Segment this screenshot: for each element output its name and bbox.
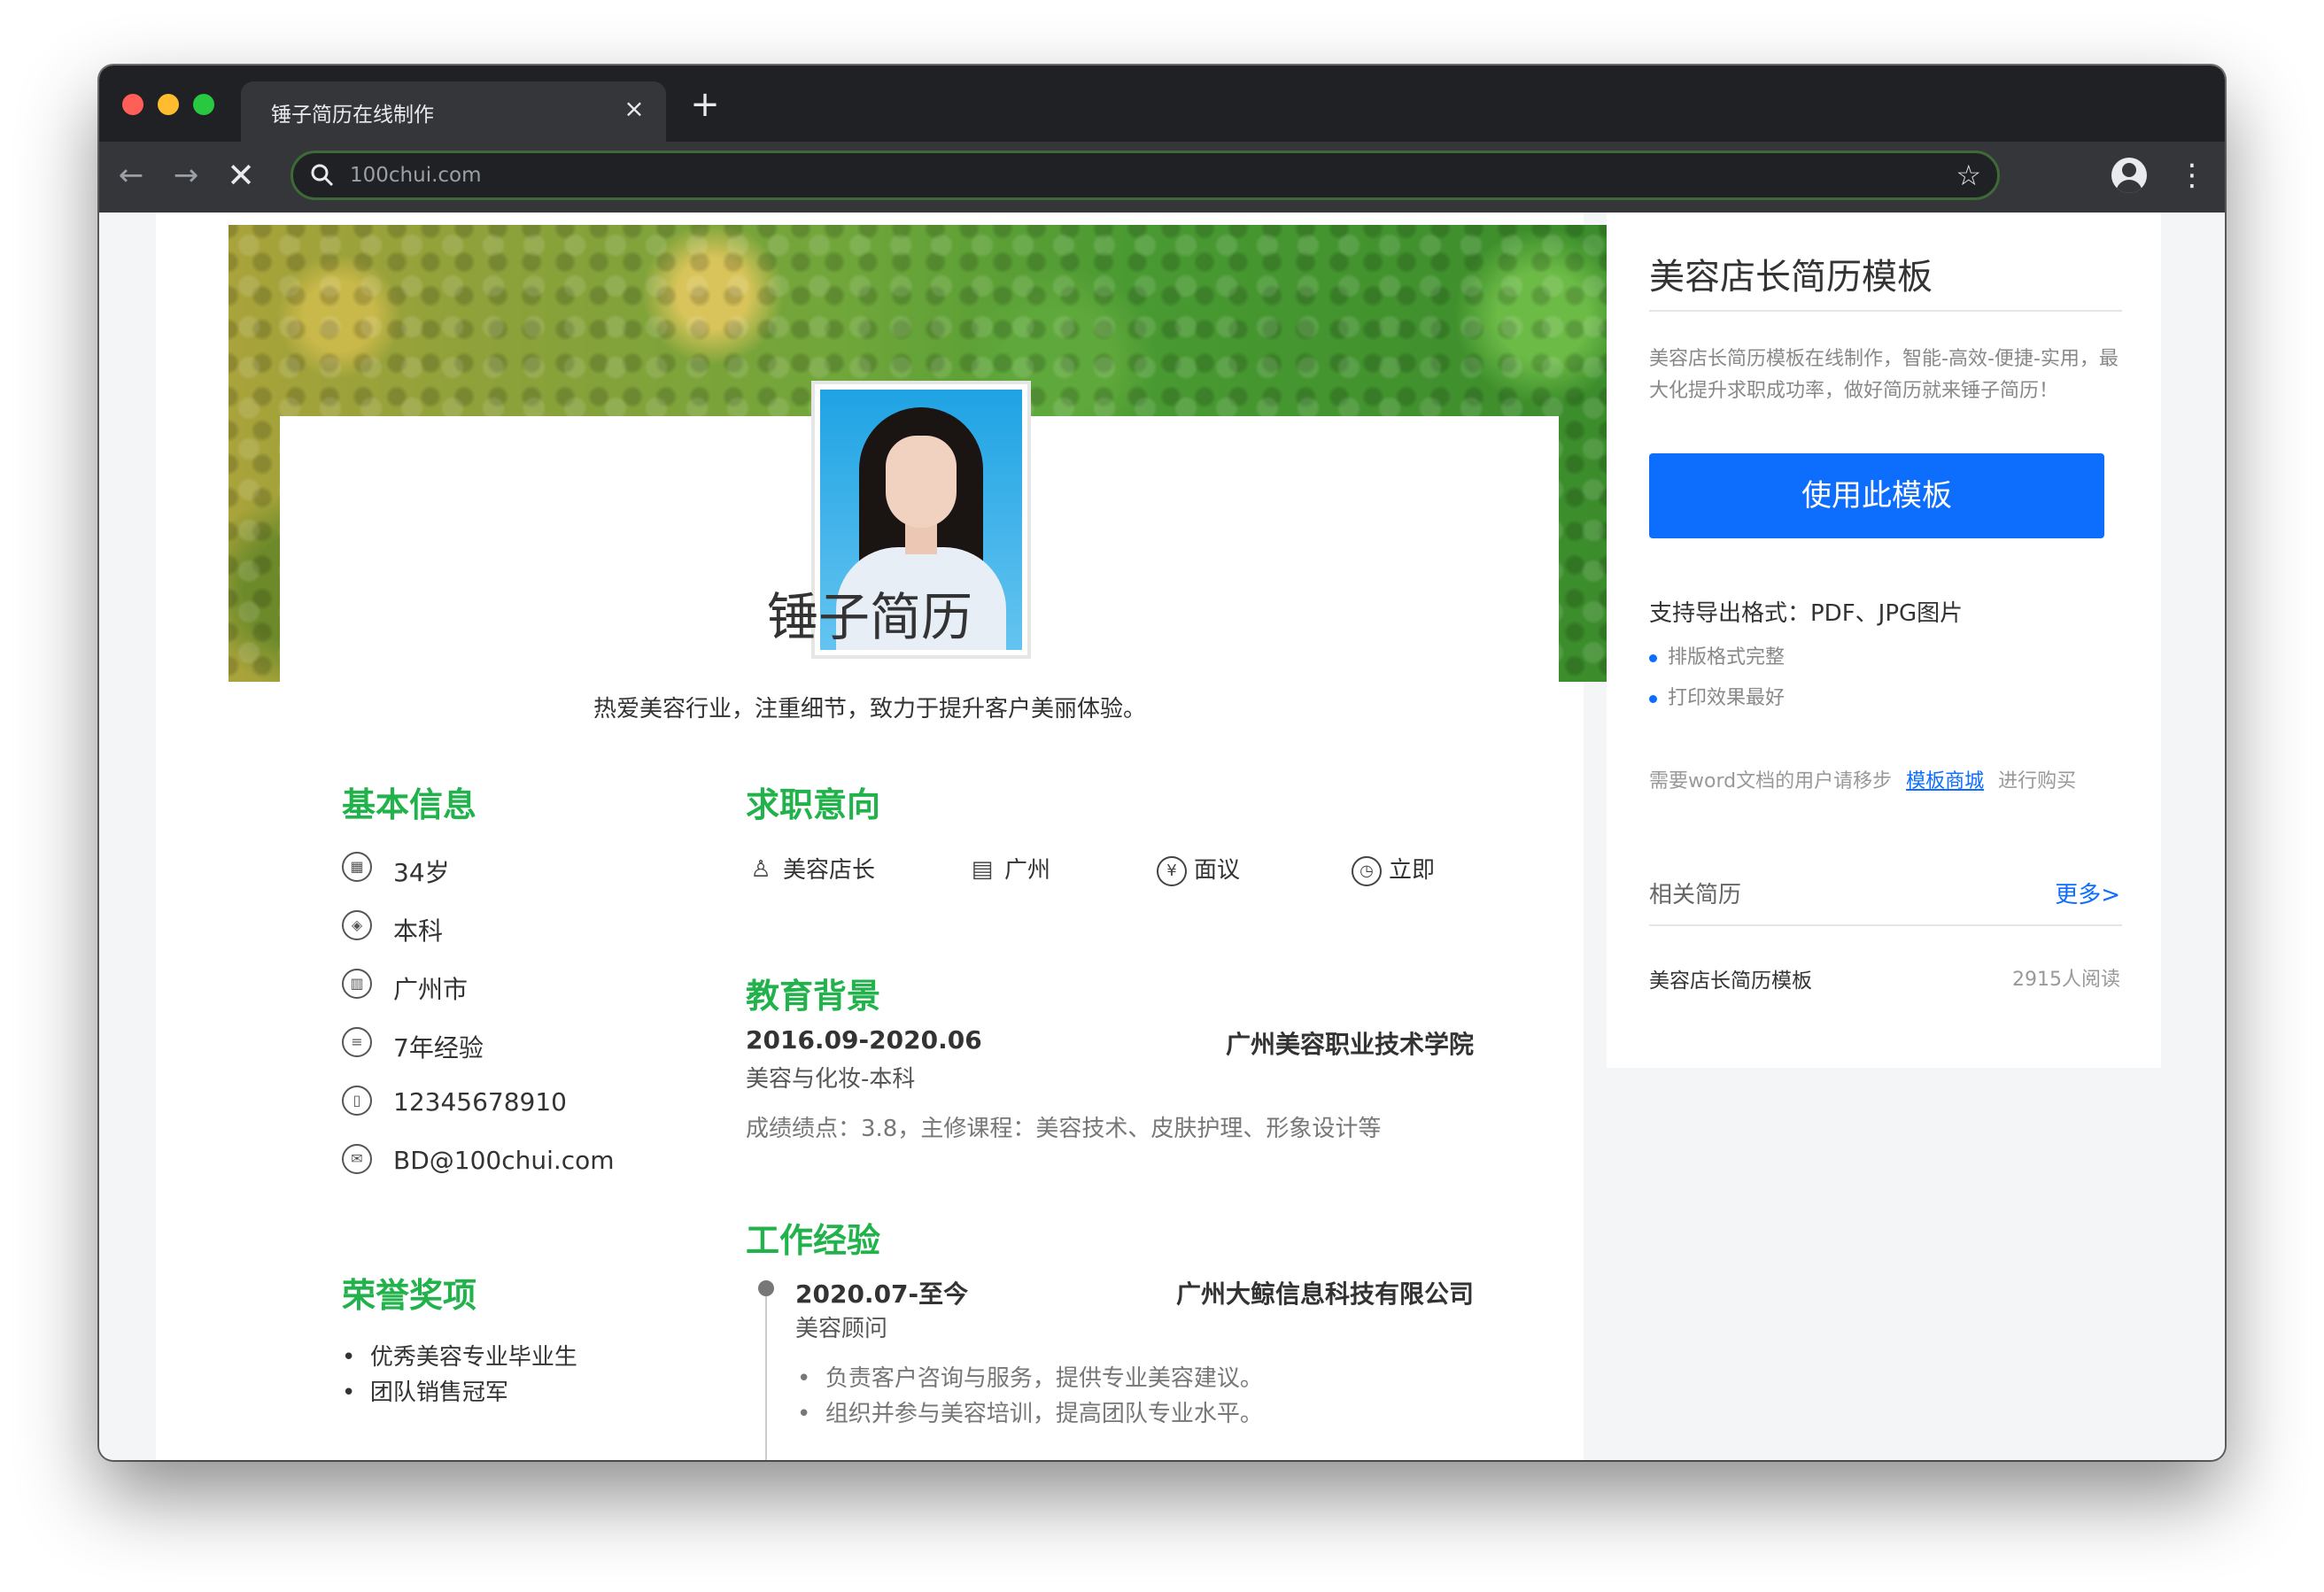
timeline-line xyxy=(765,1286,767,1460)
graduation-cap-icon: ◈ xyxy=(342,910,372,940)
tie-icon: ♙ xyxy=(750,855,771,883)
forward-button[interactable]: → xyxy=(167,156,205,195)
related-resume-link[interactable]: 美容店长简历模板 xyxy=(1649,963,1812,993)
timeline-dot xyxy=(758,1280,774,1296)
basic-info-title: 基本信息 xyxy=(342,785,477,824)
clock-icon: ◷ xyxy=(1352,855,1382,886)
experience-role: 美容顾问 xyxy=(795,1316,888,1342)
education-date: 2016.09-2020.06 xyxy=(746,1025,982,1055)
browser-titlebar: 锤子简历在线制作 × + xyxy=(99,66,2225,142)
feature-item: 打印效果最好 xyxy=(1649,682,1785,710)
new-tab-button[interactable]: + xyxy=(686,83,724,126)
search-icon xyxy=(311,164,334,187)
template-sidebar: 美容店长简历模板 美容店长简历模板在线制作，智能-高效-便捷-实用，最大化提升求… xyxy=(1607,213,2161,1068)
resume-name: 锤子简历 xyxy=(766,587,972,647)
divider xyxy=(1649,310,2122,312)
job-intent-title: 求职意向 xyxy=(746,785,881,824)
feature-item: 排版格式完整 xyxy=(1649,641,1785,669)
tab-title: 锤子简历在线制作 xyxy=(271,104,434,127)
experience-bullet: • 负责客户咨询与服务，提供专业美容建议。 xyxy=(797,1365,1263,1392)
phone-icon: ▯ xyxy=(342,1086,372,1116)
template-description: 美容店长简历模板在线制作，智能-高效-便捷-实用，最大化提升求职成功率，做好简历… xyxy=(1649,348,2119,402)
resume-tagline: 热爱美容行业，注重细节，致力于提升客户美丽体验。 xyxy=(593,696,1146,723)
experience-bullet: • 组织并参与美容培训，提高团队专业水平。 xyxy=(797,1401,1263,1427)
address-url[interactable]: 100chui.com xyxy=(350,164,482,187)
browser-tab[interactable]: 锤子简历在线制作 × xyxy=(241,81,666,142)
document-icon: ≡ xyxy=(342,1027,372,1057)
building-icon: ▥ xyxy=(342,969,372,999)
honor-item: • 优秀美容专业毕业生 xyxy=(342,1344,577,1371)
intent-city: ▤ 广州 xyxy=(967,852,1050,886)
education-school: 广州美容职业技术学院 xyxy=(1225,1030,1474,1059)
intent-availability: ◷ 立即 xyxy=(1352,852,1435,886)
export-formats: 支持导出格式：PDF、JPG图片 xyxy=(1649,600,1964,627)
profile-avatar-icon[interactable] xyxy=(2111,158,2147,193)
education-major: 美容与化妆-本科 xyxy=(746,1066,916,1093)
honors-title: 荣誉奖项 xyxy=(342,1276,477,1315)
use-template-button[interactable]: 使用此模板 xyxy=(1649,453,2104,538)
experience-date: 2020.07-至今 xyxy=(795,1279,969,1309)
tab-close-icon[interactable]: × xyxy=(620,94,648,126)
template-title: 美容店长简历模板 xyxy=(1649,257,1933,298)
divider xyxy=(1649,924,2122,926)
more-link[interactable]: 更多> xyxy=(2055,877,2120,909)
close-window-button[interactable] xyxy=(122,94,143,115)
related-resumes-title: 相关简历 xyxy=(1649,882,1742,908)
browser-menu-icon[interactable]: ⋮ xyxy=(2177,156,2207,195)
education-detail: 成绩绩点：3.8，主修课程：美容技术、皮肤护理、形象设计等 xyxy=(746,1116,1382,1142)
bookmark-star-icon[interactable]: ☆ xyxy=(1956,158,1981,192)
yen-icon: ¥ xyxy=(1157,855,1187,886)
address-bar[interactable]: 100chui.com ☆ xyxy=(290,151,2000,200)
maximize-window-button[interactable] xyxy=(193,94,214,115)
related-resume-views: 2915人阅读 xyxy=(2012,969,2120,991)
minimize-window-button[interactable] xyxy=(158,94,179,115)
experience-company: 广州大鲸信息科技有限公司 xyxy=(1175,1279,1474,1309)
template-store-link[interactable]: 模板商城 xyxy=(1906,770,1984,792)
honor-item: • 团队销售冠军 xyxy=(342,1379,508,1406)
stop-loading-button[interactable]: ✕ xyxy=(221,156,260,195)
browser-toolbar: ← → ✕ 100chui.com ☆ ⋮ xyxy=(99,142,2225,213)
education-title: 教育背景 xyxy=(746,977,881,1016)
email-icon: ✉ xyxy=(342,1144,372,1174)
page-viewport: 锤子简历 热爱美容行业，注重细节，致力于提升客户美丽体验。 基本信息 ▦ 34岁… xyxy=(99,213,2225,1460)
resume-preview: 锤子简历 热爱美容行业，注重细节，致力于提升客户美丽体验。 基本信息 ▦ 34岁… xyxy=(156,213,1612,1460)
calendar-icon: ▦ xyxy=(342,852,372,882)
intent-position: ♙ 美容店长 xyxy=(746,852,875,886)
browser-window: 锤子简历在线制作 × + ← → ✕ 100chui.com ☆ ⋮ 锤子简历 … xyxy=(99,66,2225,1460)
back-button[interactable]: ← xyxy=(112,156,151,195)
intent-salary: ¥ 面议 xyxy=(1157,852,1240,886)
experience-title: 工作经验 xyxy=(746,1221,881,1260)
word-note: 需要word文档的用户请移步 模板商城 进行购买 xyxy=(1649,770,2077,792)
city-icon: ▤ xyxy=(971,855,994,883)
